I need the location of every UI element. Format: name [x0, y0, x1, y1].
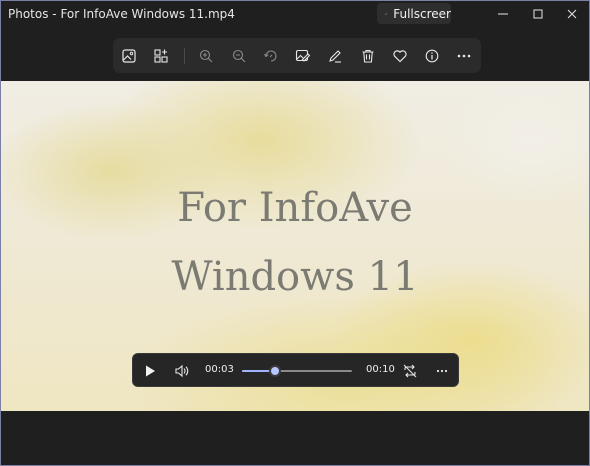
video-controls: 00:03 00:10 [132, 353, 459, 387]
favorite-button[interactable] [388, 44, 412, 68]
repeat-button[interactable] [401, 362, 419, 380]
total-time: 00:10 [366, 364, 395, 375]
zoom-out-icon [232, 49, 246, 63]
delete-icon [362, 49, 374, 63]
play-button[interactable] [141, 362, 159, 380]
zoom-in-icon [199, 49, 213, 63]
maximize-button[interactable] [521, 1, 555, 27]
info-icon [425, 49, 439, 63]
photos-window: Photos - For InfoAve Windows 11.mp4 Full… [0, 0, 590, 466]
fullscreen-label: Fullscreer [393, 6, 451, 21]
current-time: 00:03 [205, 364, 234, 375]
bottom-bar [1, 411, 589, 465]
repeat-off-icon [403, 364, 417, 378]
close-button[interactable] [555, 1, 589, 27]
image-view-button[interactable] [117, 44, 141, 68]
more-icon [457, 54, 471, 58]
expand-icon [385, 12, 388, 15]
volume-button[interactable] [173, 362, 191, 380]
zoom-in-button[interactable] [194, 44, 218, 68]
minimize-icon [498, 13, 508, 15]
draw-button[interactable] [323, 44, 347, 68]
more-button[interactable] [452, 44, 476, 68]
minimize-button[interactable] [486, 1, 520, 27]
rotate-icon [264, 50, 277, 62]
edit-image-icon [295, 49, 311, 62]
more-options-button[interactable] [433, 362, 451, 380]
photo-toolbar [113, 38, 481, 73]
window-title: Photos - For InfoAve Windows 11.mp4 [8, 7, 235, 21]
play-icon [146, 365, 155, 377]
video-text-line2: Windows 11 [171, 254, 419, 300]
image-view-icon [122, 49, 136, 63]
title-bar: Photos - For InfoAve Windows 11.mp4 Full… [1, 1, 589, 29]
video-text-line1: For InfoAve [177, 185, 413, 231]
more-options-icon [436, 369, 448, 373]
seek-bar[interactable] [242, 365, 352, 377]
rotate-button[interactable] [259, 44, 283, 68]
draw-icon [329, 50, 341, 63]
info-button[interactable] [420, 44, 444, 68]
delete-button[interactable] [356, 44, 380, 68]
fullscreen-button[interactable]: Fullscreer [377, 3, 451, 24]
add-to-album-icon [154, 49, 168, 63]
volume-icon [175, 364, 189, 378]
close-icon [567, 9, 577, 19]
edit-image-button[interactable] [291, 44, 315, 68]
zoom-out-button[interactable] [227, 44, 251, 68]
toolbar-separator [184, 48, 185, 64]
maximize-icon [533, 9, 543, 19]
favorite-icon [393, 50, 407, 63]
seek-thumb[interactable] [269, 365, 281, 377]
add-to-album-button[interactable] [149, 44, 173, 68]
